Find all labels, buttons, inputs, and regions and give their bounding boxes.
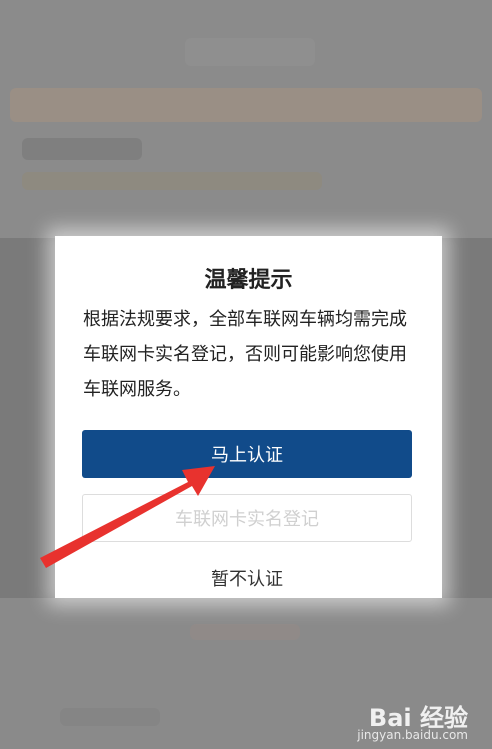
background-title-blur xyxy=(185,38,315,66)
baidu-watermark: Bai 经验 jingyan.baidu.com xyxy=(326,698,476,744)
dialog-title: 温馨提示 xyxy=(204,268,293,293)
background-section-blur xyxy=(22,138,142,160)
notice-dialog: 温馨提示 根据法规要求，全部车联网车辆均需完成车联网卡实名登记，否则可能影响您使… xyxy=(55,236,442,598)
dialog-message: 根据法规要求，全部车联网车辆均需完成车联网卡实名登记，否则可能影响您使用车联网服… xyxy=(83,309,407,400)
background-item-blur xyxy=(60,708,160,726)
skip-verification-button[interactable]: 暂不认证 xyxy=(82,558,412,598)
background-row-blur xyxy=(22,172,322,190)
background-banner-blur xyxy=(10,88,482,122)
verify-now-button[interactable]: 马上认证 xyxy=(82,430,412,478)
watermark-url: jingyan.baidu.com xyxy=(357,728,468,742)
sim-registration-button[interactable]: 车联网卡实名登记 xyxy=(82,494,412,542)
background-link-blur xyxy=(190,624,300,640)
background-header-area xyxy=(0,0,492,238)
